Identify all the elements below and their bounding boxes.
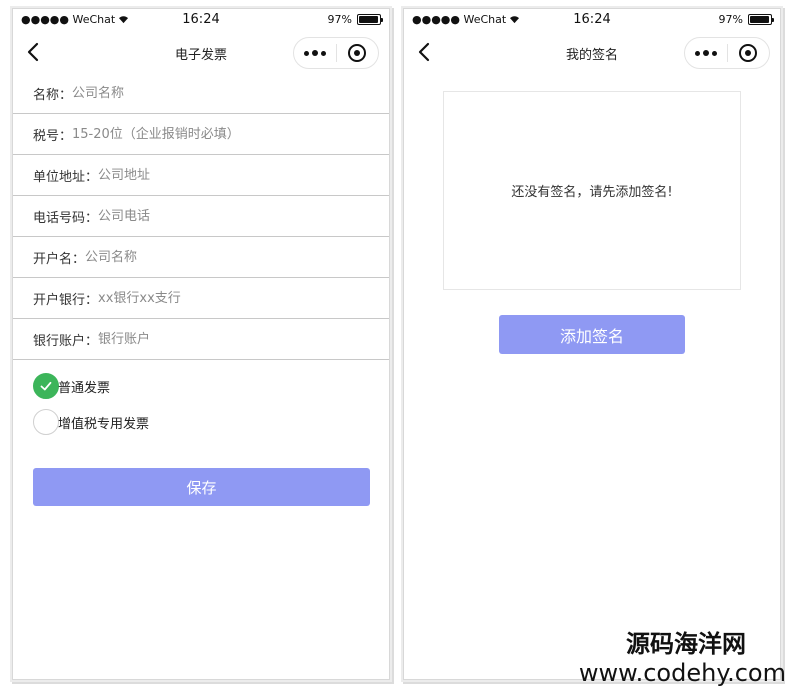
radio-checked[interactable] [33, 373, 59, 399]
close-icon [739, 44, 758, 62]
phone-input[interactable] [98, 196, 389, 236]
radio-vat-invoice[interactable]: 增值税专用发票 [33, 404, 149, 440]
field-bank: 开户银行： [13, 278, 389, 319]
field-account-name: 开户名： [13, 237, 389, 278]
field-label: 银行账户： [33, 333, 99, 349]
radio-label: 普通发票 [58, 380, 111, 396]
battery-icon [357, 14, 383, 25]
watermark-url: www.codehy.com [578, 659, 786, 687]
address-input[interactable] [98, 155, 389, 195]
signature-screen: ●●●●● WeChat 16:24 97% 我的签名 还没有签名，请先添加签名… [403, 8, 781, 680]
watermark: 源码海洋网 www.codehy.com [579, 629, 786, 687]
more-button[interactable] [294, 38, 336, 68]
field-bank-account: 银行账户： [13, 319, 389, 360]
close-icon [348, 44, 367, 62]
invoice-screen: ●●●●● WeChat 16:24 97% 电子发票 名称： 税号： [12, 8, 390, 680]
nav-bar: 我的签名 [404, 33, 780, 73]
field-phone: 电话号码： [13, 196, 389, 237]
field-company-name: 名称： [13, 73, 389, 114]
field-tax-id: 税号： [13, 114, 389, 155]
radio-label: 增值税专用发票 [58, 416, 150, 432]
check-icon [40, 381, 52, 391]
menu-capsule [684, 37, 770, 69]
battery: 97% [327, 13, 383, 26]
nav-bar: 电子发票 [13, 33, 389, 73]
invoice-type-group: 普通发票 增值税专用发票 [33, 368, 149, 440]
battery-fill [750, 16, 770, 23]
add-signature-button[interactable]: 添加签名 [499, 315, 685, 354]
more-icon [303, 50, 326, 56]
tax-id-input[interactable] [72, 114, 389, 154]
close-button[interactable] [728, 38, 770, 68]
bank-input[interactable] [98, 278, 389, 318]
field-label: 单位地址： [33, 169, 99, 185]
radio-normal-invoice[interactable]: 普通发票 [33, 368, 149, 404]
account-name-input[interactable] [85, 237, 389, 277]
menu-capsule [293, 37, 379, 69]
status-bar: ●●●●● WeChat 16:24 97% [404, 9, 780, 31]
radio-unchecked[interactable] [33, 409, 59, 435]
bank-account-input[interactable] [98, 319, 389, 359]
signature-box[interactable]: 还没有签名，请先添加签名! [443, 91, 741, 290]
battery-label: 97% [327, 13, 352, 26]
company-name-input[interactable] [72, 73, 389, 113]
field-label: 税号： [33, 128, 73, 144]
more-icon [694, 50, 717, 56]
signature-empty-text: 还没有签名，请先添加签名! [511, 185, 673, 200]
battery-label: 97% [718, 13, 743, 26]
field-label: 名称： [33, 87, 73, 103]
battery-fill [359, 16, 379, 23]
field-address: 单位地址： [13, 155, 389, 196]
field-label: 开户名： [33, 251, 86, 267]
field-label: 开户银行： [33, 292, 99, 308]
close-button[interactable] [337, 38, 379, 68]
field-label: 电话号码： [33, 210, 99, 226]
watermark-name: 源码海洋网 [626, 630, 746, 658]
status-bar: ●●●●● WeChat 16:24 97% [13, 9, 389, 31]
save-button[interactable]: 保存 [33, 468, 370, 506]
invoice-form: 名称： 税号： 单位地址： 电话号码： 开户名： 开户银行： 银行账户： [13, 73, 389, 360]
more-button[interactable] [685, 38, 727, 68]
battery-icon [748, 14, 774, 25]
battery: 97% [718, 13, 774, 26]
